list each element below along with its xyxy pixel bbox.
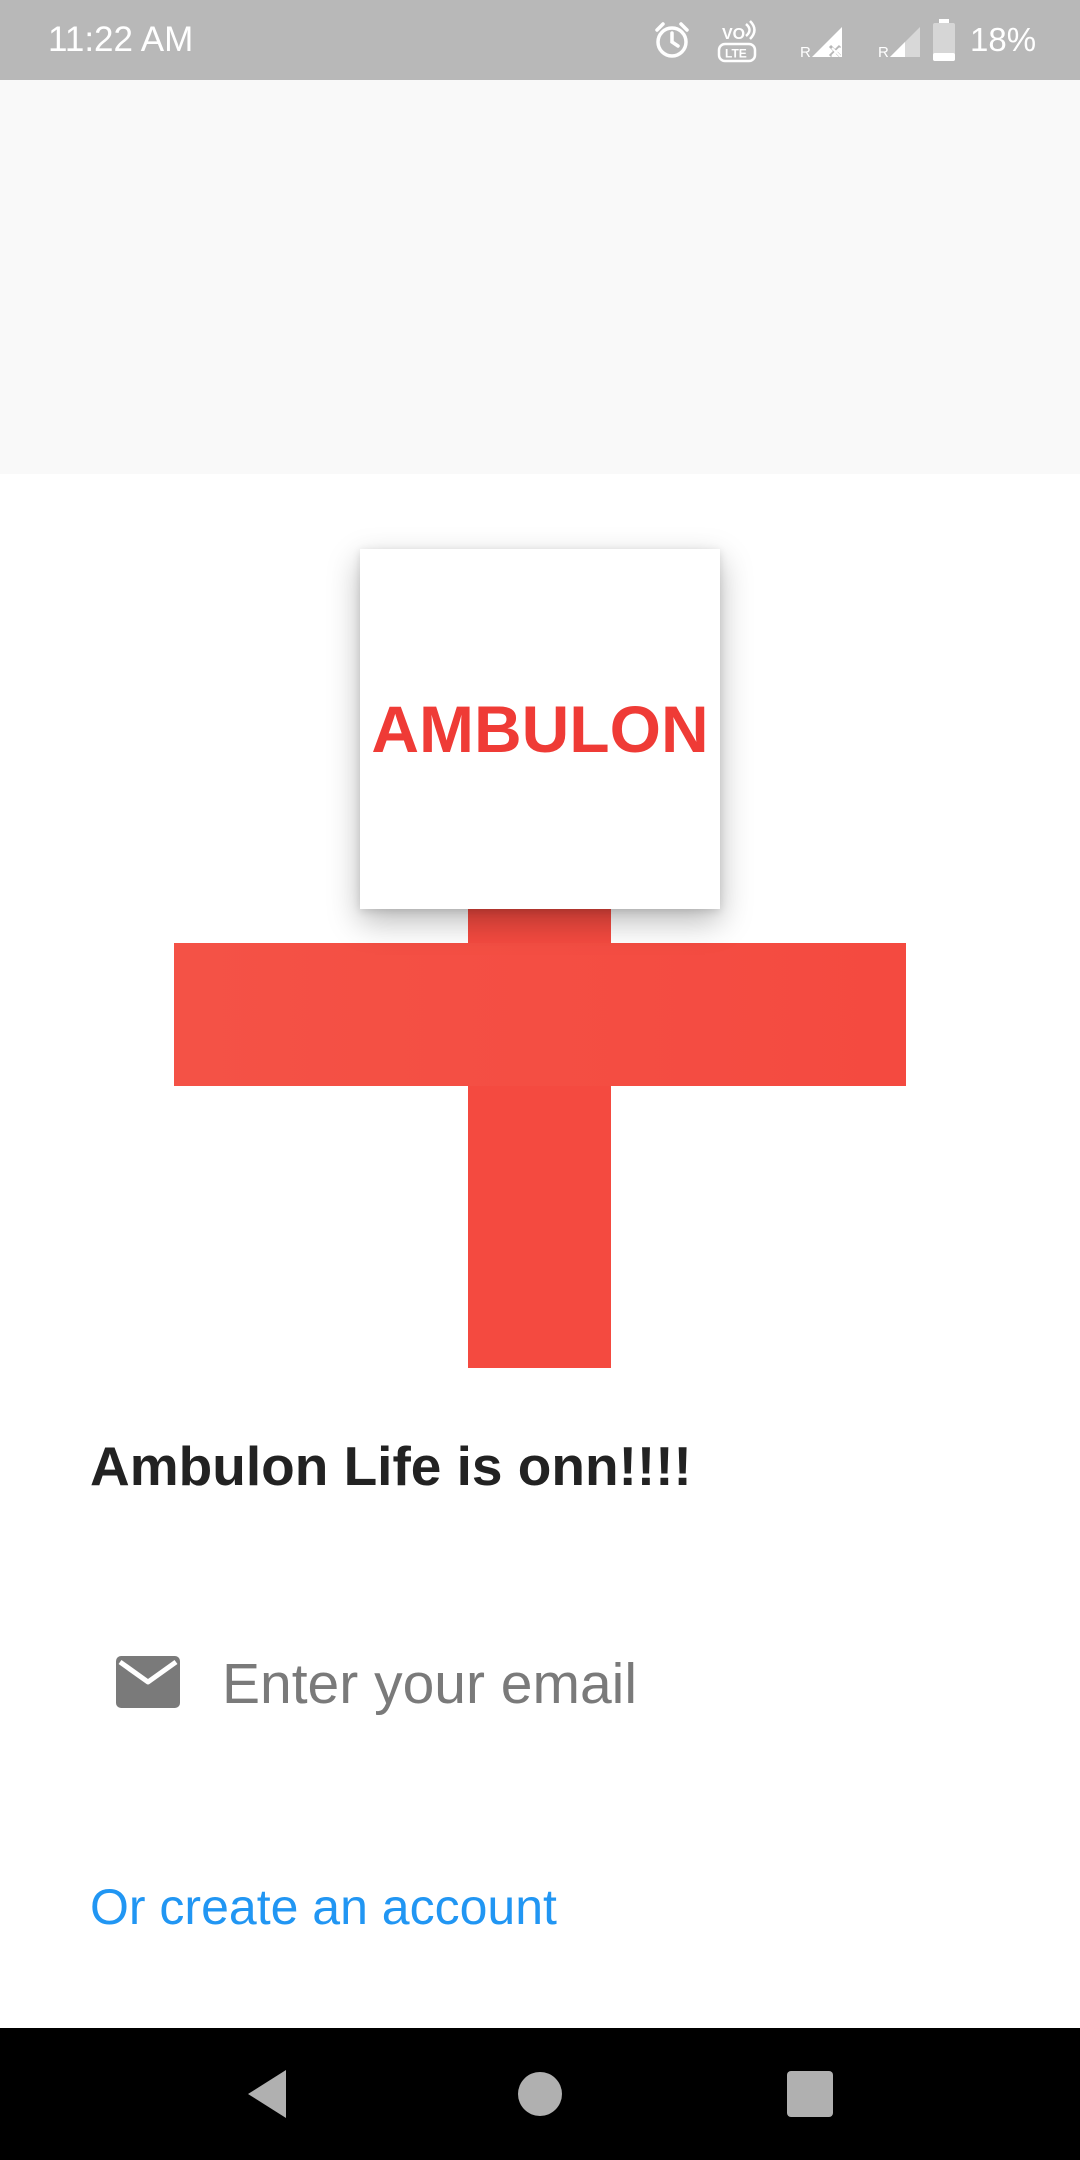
status-time: 11:22 AM [48,20,194,59]
mail-icon [116,1656,180,1708]
battery-percentage: 18% [970,21,1037,58]
medical-cross-horizontal [174,943,906,1086]
status-bar: 11:22 AM VO LTE R R 18% [0,0,1080,80]
header-area [0,80,1080,474]
svg-text:R: R [800,44,811,60]
email-input[interactable] [222,1642,982,1726]
email-field-row[interactable] [90,1630,990,1740]
battery-icon [932,18,956,67]
svg-text:LTE: LTE [725,47,747,61]
home-icon[interactable] [508,2062,572,2126]
welcome-heading: Ambulon Life is onn!!!! [90,1435,692,1497]
signal-roaming-x-icon: R [800,22,846,65]
app-logo: AMBULON [360,549,720,909]
create-account-link[interactable]: Or create an account [90,1876,557,1938]
recents-icon[interactable] [778,2062,842,2126]
navigation-bar [0,2028,1080,2160]
logo-text: AMBULON [371,692,709,766]
back-icon[interactable] [238,2062,302,2126]
signal-roaming-icon: R [878,22,924,65]
app-screen: 11:22 AM VO LTE R R 18% AMBULON Ambulon … [0,0,1080,2160]
svg-text:VO: VO [722,26,745,43]
alarm-icon [652,20,692,65]
svg-text:R: R [878,44,889,60]
volte-icon: VO LTE [716,18,760,69]
